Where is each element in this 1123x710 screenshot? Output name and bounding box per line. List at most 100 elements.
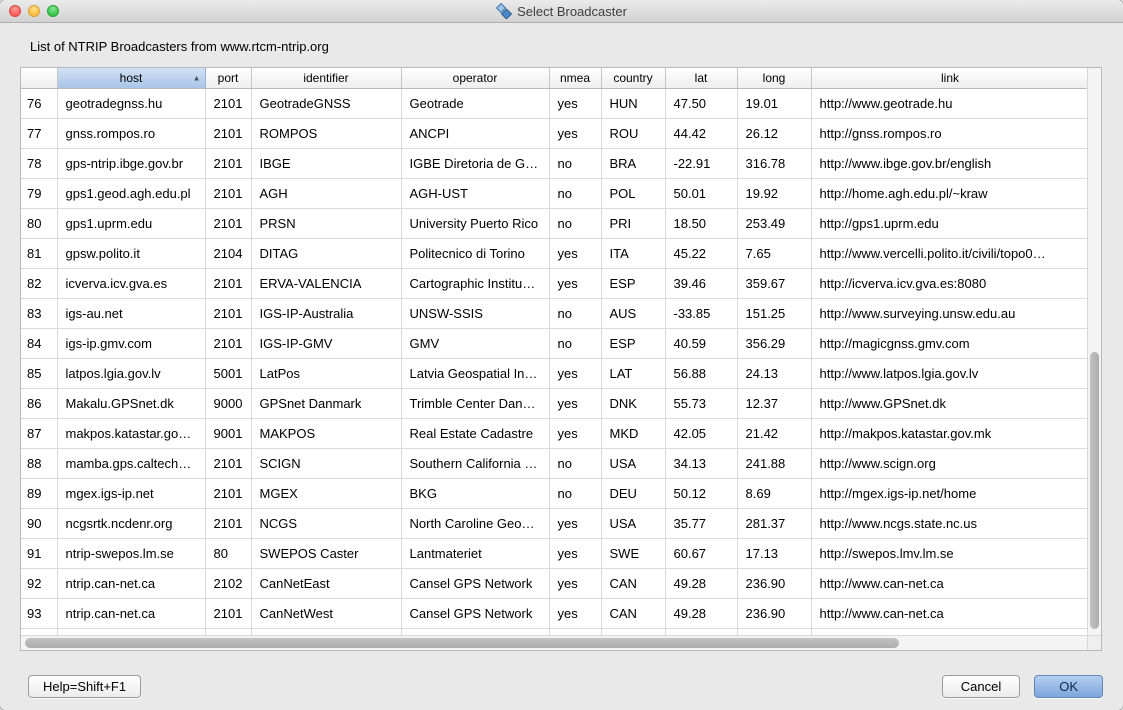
table-row[interactable]: 78gps-ntrip.ibge.gov.br2101IBGEIGBE Dire… [21,148,1087,178]
column-header-rownum[interactable] [21,68,57,88]
cell-port: 2101 [205,298,251,328]
cell-lat: 34.13 [665,448,737,478]
table-row[interactable]: 89mgex.igs-ip.net2101MGEXBKGnoDEU50.128.… [21,478,1087,508]
cell-nmea: yes [549,598,601,628]
cell-num: 90 [21,508,57,538]
cell-host: gps1.uprm.edu [57,208,205,238]
help-button[interactable]: Help=Shift+F1 [28,675,141,698]
cell-link: http://www.surveying.unsw.edu.au [811,298,1087,328]
cell-long: 151.25 [737,298,811,328]
table-row[interactable]: 86Makalu.GPSnet.dk9000GPSnet DanmarkTrim… [21,388,1087,418]
table-row[interactable]: 88mamba.gps.caltech…2101SCIGNSouthern Ca… [21,448,1087,478]
cell-num: 81 [21,238,57,268]
column-header-label: lat [695,71,708,85]
cell-nmea: yes [549,538,601,568]
table-row[interactable]: 91ntrip-swepos.lm.se80SWEPOS CasterLantm… [21,538,1087,568]
cell-long: 24.13 [737,358,811,388]
cell-nmea: yes [549,568,601,598]
cell-country: USA [601,508,665,538]
table-row[interactable]: 87makpos.katastar.go…9001MAKPOSReal Esta… [21,418,1087,448]
close-button[interactable] [9,5,21,17]
column-header-label: long [763,71,786,85]
cell-port: 2102 [205,568,251,598]
table-row[interactable]: 85latpos.lgia.gov.lv5001LatPosLatvia Geo… [21,358,1087,388]
column-header-host[interactable]: host▲ [57,68,205,88]
cell-identifier: RTI… [251,628,401,635]
column-header-identifier[interactable]: identifier [251,68,401,88]
table-row[interactable]: 84igs-ip.gmv.com2101IGS-IP-GMVGMVnoESP40… [21,328,1087,358]
cell-operator: Cansel GPS Network [401,568,549,598]
table-row[interactable]: 82icverva.icv.gva.es2101ERVA-VALENCIACar… [21,268,1087,298]
cell-country: MKD [601,418,665,448]
cell-country: DNK [601,388,665,418]
cell-link: http://www.GPSnet.dk [811,388,1087,418]
cell-long: 19.01 [737,88,811,118]
column-header-nmea[interactable]: nmea [549,68,601,88]
cell-port: 2101 [205,448,251,478]
table-row[interactable]: 83igs-au.net2101IGS-IP-AustraliaUNSW-SSI… [21,298,1087,328]
column-header-operator[interactable]: operator [401,68,549,88]
cell-lat: 49.28 [665,598,737,628]
cell-long: 253.49 [737,208,811,238]
column-header-country[interactable]: country [601,68,665,88]
cell-long: 316.78 [737,148,811,178]
cell-nmea: yes [549,88,601,118]
column-header-port[interactable]: port [205,68,251,88]
cell-identifier: DITAG [251,238,401,268]
cell-operator: University Puerto Rico [401,208,549,238]
cell-identifier: SWEPOS Caster [251,538,401,568]
table-row[interactable]: 81gpsw.polito.it2104DITAGPolitecnico di … [21,238,1087,268]
table-row[interactable]: 93ntrip.can-net.ca2101CanNetWestCansel G… [21,598,1087,628]
cell-num: 94 [21,628,57,635]
cell-country: DEU [601,478,665,508]
vertical-scrollbar-thumb[interactable] [1090,352,1099,630]
cell-port: 2101 [205,118,251,148]
cell-lat: 50.01 [665,178,737,208]
cell-lat: 49.28 [665,568,737,598]
table-row[interactable]: 92ntrip.can-net.ca2102CanNetEastCansel G… [21,568,1087,598]
cell-port: 2101 [205,598,251,628]
cell-long: 17.13 [737,538,811,568]
cell-operator: AGH-UST [401,178,549,208]
cell-identifier: MAKPOS [251,418,401,448]
zoom-button[interactable] [47,5,59,17]
cell-identifier: NCGS [251,508,401,538]
cell-port: 2101 [205,628,251,635]
table-row[interactable]: 94ntrip…2101RTI…Rebell Transportatio…USA… [21,628,1087,635]
horizontal-scrollbar-thumb[interactable] [25,638,899,648]
cell-identifier: IBGE [251,148,401,178]
table-row[interactable]: 77gnss.rompos.ro2101ROMPOSANCPIyesROU44.… [21,118,1087,148]
table-row[interactable]: 90ncgsrtk.ncdenr.org2101NCGSNorth Caroli… [21,508,1087,538]
cell-num: 91 [21,538,57,568]
ok-button[interactable]: OK [1034,675,1103,698]
cell-operator: IGBE Diretoria de G… [401,148,549,178]
column-header-lat[interactable]: lat [665,68,737,88]
cell-host: ntrip-swepos.lm.se [57,538,205,568]
column-header-link[interactable]: link [811,68,1087,88]
cell-link: http://magicgnss.gmv.com [811,328,1087,358]
cancel-button[interactable]: Cancel [942,675,1020,698]
cell-operator: Lantmateriet [401,538,549,568]
cell-lat: 50.12 [665,478,737,508]
horizontal-scrollbar[interactable] [21,635,1087,650]
vertical-scrollbar[interactable] [1087,68,1101,635]
cell-long: 281.37 [737,508,811,538]
cell-operator: BKG [401,478,549,508]
column-header-long[interactable]: long [737,68,811,88]
titlebar[interactable]: Select Broadcaster [0,0,1123,23]
cell-nmea: no [549,178,601,208]
minimize-button[interactable] [28,5,40,17]
cell-operator: Cartographic Institu… [401,268,549,298]
cell-operator: Cansel GPS Network [401,598,549,628]
table-row[interactable]: 80gps1.uprm.edu2101PRSNUniversity Puerto… [21,208,1087,238]
cell-host: gpsw.polito.it [57,238,205,268]
table-row[interactable]: 76geotradegnss.hu2101GeotradeGNSSGeotrad… [21,88,1087,118]
cell-identifier: SCIGN [251,448,401,478]
cell-port: 5001 [205,358,251,388]
cell-country: USA [601,628,665,635]
table-row[interactable]: 79gps1.geod.agh.edu.pl2101AGHAGH-USTnoPO… [21,178,1087,208]
cell-nmea [549,628,601,635]
cell-operator: North Caroline Geo… [401,508,549,538]
column-header-label: port [218,71,239,85]
cell-lat: 55.73 [665,388,737,418]
